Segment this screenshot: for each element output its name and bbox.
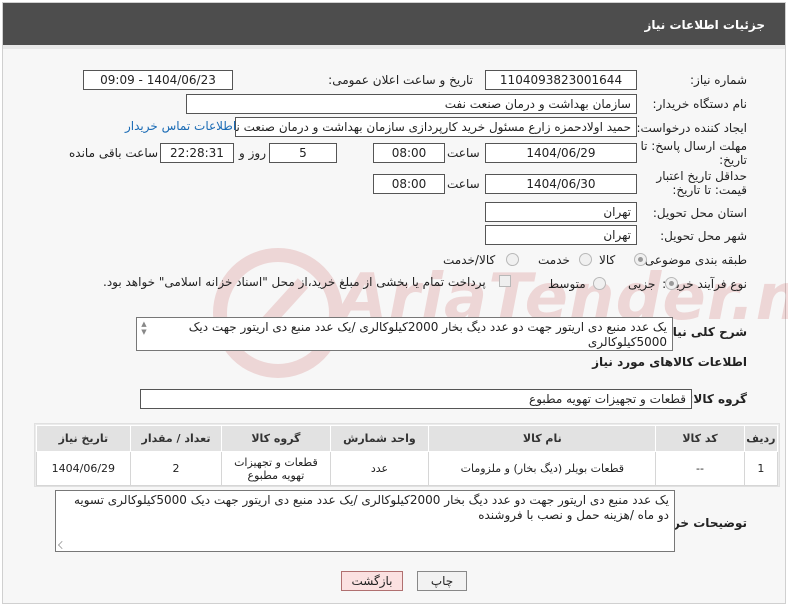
buyer-contact-link[interactable]: اطلاعات تماس خریدار — [125, 119, 236, 133]
category-label: طبقه بندی موضوعی: — [640, 253, 747, 267]
cell-quantity: 2 — [129, 451, 223, 486]
reply-deadline-time-label: ساعت — [447, 146, 480, 160]
buyer-notes-textarea[interactable]: یک عدد منبع دی اریتور جهت دو عدد دیگ بخا… — [55, 490, 675, 552]
col-header-row-number: ردیف — [743, 425, 779, 452]
province-label: استان محل تحویل: — [652, 206, 747, 220]
remaining-time-label: ساعت باقی مانده — [69, 146, 159, 160]
resize-handle-icon[interactable] — [58, 541, 66, 549]
category-goods-service-radio[interactable] — [506, 253, 519, 266]
process-partial-label: جزیی — [628, 277, 656, 291]
requester-label: ایجاد کننده درخواست: — [636, 121, 747, 135]
need-number-label: شماره نیاز: — [690, 73, 747, 87]
reply-deadline-label: مهلت ارسال پاسخ: تا تاریخ: — [640, 139, 747, 167]
process-medium-label: متوسط — [548, 277, 586, 291]
goods-group-label: گروه کالا: — [688, 392, 747, 406]
treasury-payment-note: پرداخت تمام یا بخشی از مبلغ خرید،از محل … — [103, 275, 486, 289]
goods-table: ردیف کد کالا نام کالا واحد شمارش گروه کا… — [36, 425, 779, 486]
cell-unit: عدد — [329, 451, 430, 486]
category-service-label: خدمت — [538, 253, 570, 267]
description-label: شرح کلی نیاز: — [661, 325, 747, 339]
buyer-org-field: سازمان بهداشت و درمان صنعت نفت — [186, 94, 637, 114]
category-goods-label: کالا — [599, 253, 616, 267]
city-field: تهران — [485, 225, 637, 245]
description-scroll-arrows-icon[interactable]: ▲ ▼ — [139, 320, 149, 336]
table-row: 1 -- قطعات بویلر (دیگ بخار) و ملزومات عد… — [36, 451, 779, 486]
process-partial-radio[interactable] — [665, 277, 678, 290]
page-header: جزئیات اطلاعات نیاز — [3, 3, 785, 49]
buyer-org-label: نام دستگاه خریدار: — [652, 97, 748, 111]
need-number-field: 1104093823001644 — [485, 70, 637, 90]
announce-datetime-field: 1404/06/23 - 09:09 — [83, 70, 233, 90]
col-header-item-name: نام کالا — [428, 425, 657, 452]
col-header-unit: واحد شمارش — [329, 425, 430, 452]
description-text: یک عدد منبع دی اریتور جهت دو عدد دیگ بخا… — [188, 320, 667, 349]
category-goods-service-label: کالا/خدمت — [443, 253, 496, 267]
category-goods-radio[interactable] — [634, 253, 647, 266]
col-header-item-code: کد کالا — [655, 425, 745, 452]
reply-days-field: 5 — [269, 143, 337, 163]
col-header-goods-group: گروه کالا — [221, 425, 331, 452]
remaining-time-field: 22:28:31 — [160, 143, 234, 163]
process-medium-radio[interactable] — [593, 277, 606, 290]
goods-info-title: اطلاعات کالاهای مورد نیاز — [592, 355, 747, 369]
price-validity-time-label: ساعت — [447, 177, 480, 191]
cell-item-name: قطعات بویلر (دیگ بخار) و ملزومات — [428, 451, 657, 486]
treasury-payment-checkbox[interactable] — [499, 275, 511, 287]
reply-deadline-date: 1404/06/29 — [485, 143, 637, 163]
page-frame: جزئیات اطلاعات نیاز AriaTender.neT شماره… — [2, 2, 788, 604]
goods-table-header-row: ردیف کد کالا نام کالا واحد شمارش گروه کا… — [36, 425, 779, 452]
page-title: جزئیات اطلاعات نیاز — [644, 18, 765, 32]
price-validity-time: 08:00 — [373, 174, 445, 194]
reply-deadline-time: 08:00 — [373, 143, 445, 163]
announce-datetime-label: تاریخ و ساعت اعلان عمومی: — [328, 73, 473, 87]
city-label: شهر محل تحویل: — [660, 229, 747, 243]
back-button[interactable]: بازگشت — [341, 571, 403, 591]
requester-field: حمید اولادحمزه زارع مسئول خرید کارپردازی… — [235, 117, 637, 137]
col-header-quantity: تعداد / مقدار — [129, 425, 223, 452]
province-field: تهران — [485, 202, 637, 222]
cell-need-date: 1404/06/29 — [36, 451, 131, 486]
buyer-notes-text: یک عدد منبع دی اریتور جهت دو عدد دیگ بخا… — [73, 493, 669, 522]
reply-days-label: روز و — [239, 146, 266, 160]
price-validity-date: 1404/06/30 — [485, 174, 637, 194]
col-header-need-date: تاریخ نیاز — [36, 425, 131, 452]
cell-goods-group: قطعات و تجهیزات تهویه مطبوع — [221, 451, 331, 486]
category-service-radio[interactable] — [579, 253, 592, 266]
description-textarea[interactable]: ▲ ▼ یک عدد منبع دی اریتور جهت دو عدد دیگ … — [136, 317, 673, 351]
cell-row-number: 1 — [743, 451, 779, 486]
print-button[interactable]: چاپ — [417, 571, 467, 591]
price-validity-label: حداقل تاریخ اعتبار قیمت: تا تاریخ: — [656, 169, 747, 197]
goods-group-field: قطعات و تجهیزات تهویه مطبوع — [140, 389, 692, 409]
cell-item-code: -- — [655, 451, 745, 486]
